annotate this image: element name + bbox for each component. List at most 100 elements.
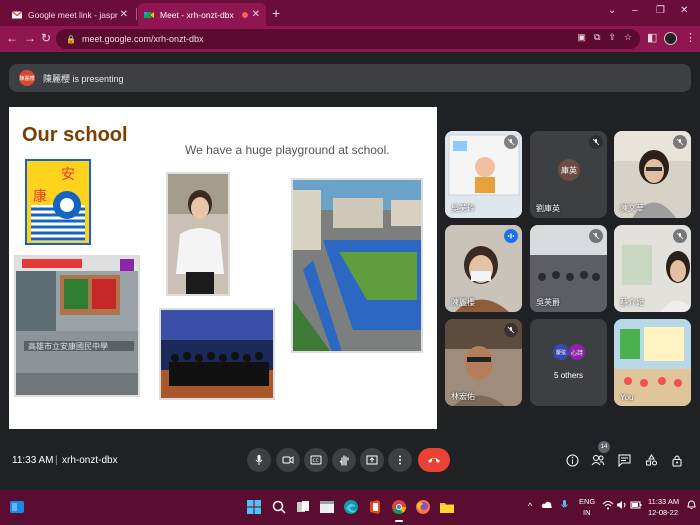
- activities-button[interactable]: [643, 452, 659, 468]
- gmail-icon: [12, 10, 22, 18]
- office-icon[interactable]: [366, 498, 384, 516]
- folder-icon[interactable]: [438, 498, 456, 516]
- chat-button[interactable]: [616, 452, 632, 468]
- address-bar[interactable]: 🔒 meet.google.com/xrh-onzt-dbx ▣ ⧉ ⇪ ☆: [56, 29, 640, 49]
- more-vert-icon: [399, 455, 401, 465]
- participant-name: 林宏佑: [451, 392, 475, 401]
- meeting-time: 11:33 AM: [12, 455, 54, 466]
- back-icon[interactable]: ←: [6, 31, 18, 45]
- search-icon[interactable]: [270, 498, 288, 516]
- present-icon: [366, 455, 378, 465]
- speaking-indicator-icon: [504, 229, 518, 243]
- present-button[interactable]: [360, 448, 384, 472]
- forward-icon[interactable]: →: [24, 31, 36, 45]
- others-avatar: 心詩: [569, 344, 585, 360]
- captions-icon: CC: [310, 455, 322, 465]
- minimize-icon[interactable]: –: [632, 5, 638, 16]
- tab-title: Google meet link - jaspreet.k@t: [28, 9, 118, 20]
- lock-icon[interactable]: 🔒: [66, 35, 76, 44]
- presenting-text: 陳麗櫻 is presenting: [43, 73, 124, 84]
- volume-icon[interactable]: [616, 500, 628, 512]
- taskbar-clock-date[interactable]: 12-08-22: [648, 508, 678, 517]
- student-portrait-photo: [166, 172, 230, 296]
- group-photo: [159, 308, 275, 400]
- logo-char-an: 安: [61, 167, 75, 183]
- camera-button[interactable]: [276, 448, 300, 472]
- start-icon[interactable]: [245, 498, 263, 516]
- tab-separator: [136, 8, 137, 20]
- task-view-icon[interactable]: [294, 498, 312, 516]
- hang-up-icon: [428, 458, 440, 463]
- mic-tray-icon[interactable]: [560, 499, 569, 513]
- camera-in-use-icon[interactable]: ▣: [577, 32, 586, 43]
- meet-icon: [144, 11, 154, 18]
- file-explorer-icon[interactable]: [318, 498, 336, 516]
- mic-off-icon: [589, 229, 603, 243]
- mic-off-icon: [673, 135, 687, 149]
- participant-tile[interactable]: 林宏佑: [445, 319, 522, 406]
- input-language-label[interactable]: ENG: [579, 497, 595, 506]
- end-call-button[interactable]: [418, 448, 450, 472]
- recording-icon: [241, 11, 248, 18]
- shared-slide: Our school We have a huge playground at …: [9, 107, 437, 429]
- info-icon: [566, 454, 578, 466]
- tab-search-icon[interactable]: ⌄: [608, 5, 616, 16]
- participant-name: You: [620, 393, 634, 402]
- new-tab-button[interactable]: +: [272, 5, 280, 21]
- participant-tile[interactable]: 庫英 劉庫英: [530, 131, 607, 218]
- participant-tile[interactable]: 陳文華: [614, 131, 691, 218]
- captions-button[interactable]: CC: [304, 448, 328, 472]
- participant-tile[interactable]: 吳芙爵: [530, 225, 607, 312]
- tray-chevron-icon[interactable]: ^: [528, 501, 532, 511]
- close-tab-icon[interactable]: ✕: [252, 9, 260, 20]
- meeting-details-button[interactable]: [564, 452, 580, 468]
- tab-meet[interactable]: Meet - xrh-onzt-dbx ✕: [138, 3, 266, 26]
- close-tab-icon[interactable]: ✕: [120, 9, 128, 20]
- side-panel-icon[interactable]: ◧: [647, 31, 657, 44]
- cloud-icon[interactable]: [541, 500, 553, 512]
- svg-text:CC: CC: [313, 458, 319, 464]
- taskbar-clock-time[interactable]: 11:33 AM: [648, 497, 679, 506]
- participant-tile[interactable]: 蔡介妃: [614, 225, 691, 312]
- browser-menu-icon[interactable]: ⋮: [685, 31, 696, 44]
- slide-caption: We have a huge playground at school.: [185, 143, 390, 157]
- widgets-icon[interactable]: [8, 498, 26, 516]
- edge-icon[interactable]: [342, 498, 360, 516]
- microphone-button[interactable]: [247, 448, 271, 472]
- restore-icon[interactable]: ❐: [656, 5, 665, 16]
- participant-tile[interactable]: 吳芙玲: [445, 131, 522, 218]
- input-region-label[interactable]: IN: [583, 508, 591, 517]
- host-controls-button[interactable]: [669, 452, 685, 468]
- raise-hand-button[interactable]: [332, 448, 356, 472]
- close-window-icon[interactable]: ✕: [680, 5, 688, 16]
- more-options-button[interactable]: [388, 448, 412, 472]
- school-logo: 安 康: [25, 159, 91, 245]
- meeting-separator: |: [55, 455, 58, 466]
- others-count: 5 others: [554, 371, 583, 380]
- mic-off-icon: [504, 323, 518, 337]
- hand-icon: [339, 455, 349, 466]
- firefox-icon[interactable]: [414, 498, 432, 516]
- self-tile[interactable]: You: [614, 319, 691, 406]
- wifi-icon[interactable]: [602, 500, 614, 512]
- battery-icon[interactable]: [630, 500, 642, 512]
- profile-avatar[interactable]: [664, 32, 677, 45]
- presenter-avatar: 陳麗櫻: [19, 70, 35, 86]
- presenting-banner: 陳麗櫻 陳麗櫻 is presenting: [9, 64, 691, 92]
- mic-off-icon: [673, 229, 687, 243]
- tab-google-meet-link[interactable]: Google meet link - jaspreet.k@t ✕: [6, 3, 134, 26]
- activities-icon: [645, 453, 657, 465]
- people-button[interactable]: [590, 452, 606, 468]
- browser-toolbar: ← → ↻ 🔒 meet.google.com/xrh-onzt-dbx ▣ ⧉…: [0, 26, 700, 52]
- share-icon[interactable]: ⇪: [608, 32, 616, 43]
- open-in-app-icon[interactable]: ⧉: [594, 32, 600, 43]
- active-app-indicator: [395, 520, 403, 522]
- others-avatar: 慶弦: [553, 344, 569, 360]
- notifications-icon[interactable]: [687, 500, 696, 512]
- camera-icon: [282, 456, 294, 464]
- participant-tile-speaking[interactable]: 陳麗櫻: [445, 225, 522, 312]
- chrome-icon[interactable]: [390, 498, 408, 516]
- others-tile[interactable]: 慶弦 心詩 5 others: [530, 319, 607, 406]
- bookmark-star-icon[interactable]: ☆: [624, 32, 632, 43]
- reload-icon[interactable]: ↻: [41, 31, 51, 45]
